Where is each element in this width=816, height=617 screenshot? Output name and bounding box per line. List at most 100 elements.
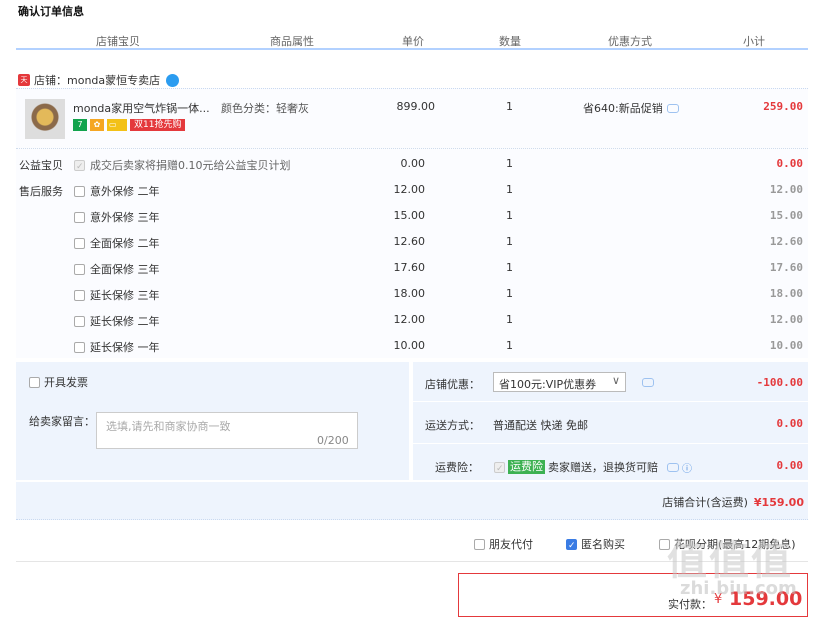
chat-wangwang-icon[interactable] [166,73,180,87]
service-option[interactable]: 意外保修 三年 [74,209,160,225]
anonymous-option[interactable]: 匿名购买 [566,536,625,552]
insurance-info: 运费险 卖家赠送，退换货可赔 ⓘ [494,459,692,475]
service-qty: 1 [506,183,513,196]
seven-day-return-icon: 7 [73,119,87,131]
service-option[interactable]: 全面保修 三年 [74,261,160,277]
store-discount-selected: 省100元:VIP优惠券 [499,378,597,391]
store-discount-label: 店铺优惠： [425,378,480,391]
insurance-checkbox [494,461,505,473]
service-checkbox[interactable] [74,211,85,223]
service-price: 18.00 [393,287,426,300]
service-qty: 1 [506,339,513,352]
invoice-option[interactable]: 开具发票 [29,374,88,390]
service-checkbox[interactable] [74,315,85,327]
service-qty: 1 [506,261,513,274]
invoice-checkbox[interactable] [29,376,40,388]
anonymous-checkbox[interactable] [566,538,577,550]
page-title: 确认订单信息 [18,5,84,18]
product-subtotal: 259.00 [763,100,803,113]
service-price: 15.00 [393,209,426,222]
charity-subtotal: 0.00 [776,157,804,170]
service-checkbox[interactable] [74,341,85,353]
service-checkbox[interactable] [74,185,85,197]
service-price: 12.60 [393,235,426,248]
service-subtotal: 17.60 [769,261,803,274]
charity-row: 成交后卖家将捐赠0.10元给公益宝贝计划 [74,157,291,173]
shop-header: 天 店铺：monda蒙恒专卖店 [18,72,180,88]
service-name: 延长保修 三年 [90,289,160,302]
store-discount-amount: -100.00 [756,376,803,389]
insurance-text: 卖家赠送，退换货可赔 [548,461,658,474]
divider [413,443,808,444]
discount-info-icon[interactable] [642,378,654,387]
charity-price: 0.00 [400,157,426,170]
service-name: 延长保修 一年 [90,341,160,354]
col-qty: 数量 [499,35,521,48]
service-qty: 1 [506,287,513,300]
service-name: 意外保修 三年 [90,211,160,224]
product-badges: 7 ✿ ▭ 双11抢先购 [73,119,186,131]
product-promo: 省640:新品促销 [583,100,679,116]
service-option[interactable]: 延长保修 三年 [74,287,160,303]
service-price: 12.00 [393,183,426,196]
service-option[interactable]: 全面保修 二年 [74,235,160,251]
service-checkbox[interactable] [74,289,85,301]
guarantee-icon: ✿ [90,119,104,131]
service-name: 意外保修 二年 [90,185,160,198]
shipping-method: 普通配送 快递 免邮 [493,419,588,432]
col-price: 单价 [402,35,424,48]
product-attribute: 颜色分类：轻奢灰 [221,102,309,115]
service-price: 12.00 [393,313,426,326]
service-option[interactable]: 延长保修 一年 [74,339,160,355]
col-shop-item: 店铺宝贝 [96,35,140,48]
promo-info-icon[interactable] [666,103,679,113]
service-subtotal: 15.00 [769,209,803,222]
col-subtotal: 小计 [743,35,765,48]
service-option[interactable]: 延长保修 二年 [74,313,160,329]
charity-text: 成交后卖家将捐赠0.10元给公益宝贝计划 [90,159,291,172]
service-subtotal: 12.00 [769,313,803,326]
service-subtotal: 10.00 [769,339,803,352]
service-checkbox[interactable] [74,263,85,275]
service-checkbox[interactable] [74,237,85,249]
product-name[interactable]: monda家用空气炸锅一体... [73,100,218,116]
promo-text: 省640:新品促销 [583,102,663,115]
store-total-value: ¥159.00 [753,495,804,509]
insurance-chat-icon[interactable] [667,462,679,472]
message-char-count: 0/200 [317,434,349,447]
product-price: 899.00 [396,100,436,113]
charity-qty: 1 [506,157,513,170]
product-thumbnail[interactable] [25,99,65,139]
message-placeholder: 选填,请先和商家协商一致 [106,420,231,433]
service-qty: 1 [506,209,513,222]
shipping-amount: 0.00 [776,417,804,430]
service-label: 售后服务 [19,185,63,198]
shop-name[interactable]: 店铺：monda蒙恒专卖店 [34,72,160,88]
friend-pay-option[interactable]: 朋友代付 [474,536,533,552]
service-name: 全面保修 二年 [90,237,160,250]
store-discount-select[interactable]: 省100元:VIP优惠券 ∨ [493,372,626,392]
insurance-amount: 0.00 [776,459,804,472]
service-subtotal: 18.00 [769,287,803,300]
charity-checkbox [74,159,85,171]
service-name: 延长保修 二年 [90,315,160,328]
service-price: 10.00 [393,339,426,352]
invoice-label: 开具发票 [44,376,88,389]
insurance-tag: 运费险 [508,460,545,474]
service-subtotal: 12.00 [769,183,803,196]
insurance-label: 运费险： [435,461,479,474]
store-total-label: 店铺合计(含运费) [662,496,748,509]
watermark-url: zhi.biu.com [680,578,797,599]
service-subtotal: 12.60 [769,235,803,248]
store-total: 店铺合计(含运费) ¥159.00 [662,494,804,510]
message-label: 给卖家留言： [29,415,95,428]
service-option[interactable]: 意外保修 二年 [74,183,160,199]
chevron-down-icon: ∨ [611,374,620,387]
friend-pay-label: 朋友代付 [489,538,533,551]
friend-pay-checkbox[interactable] [474,538,485,550]
credit-card-icon: ▭ [107,119,127,131]
help-icon[interactable]: ⓘ [682,460,692,475]
service-qty: 1 [506,313,513,326]
col-attr: 商品属性 [270,35,314,48]
service-qty: 1 [506,235,513,248]
